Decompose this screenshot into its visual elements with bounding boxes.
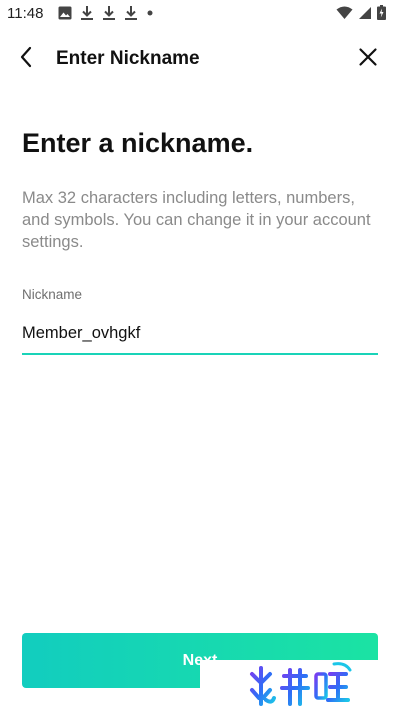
close-button[interactable] — [354, 45, 382, 73]
status-time: 11:48 — [7, 5, 44, 22]
description: Max 32 characters including letters, num… — [22, 189, 371, 251]
download-icon — [102, 5, 116, 21]
notification-icons — [58, 5, 154, 21]
image-icon — [58, 6, 72, 20]
download-icon — [80, 5, 94, 21]
headline: Enter a nickname. — [22, 128, 254, 158]
wifi-icon — [336, 6, 353, 25]
nickname-input[interactable] — [22, 318, 377, 348]
dot-icon — [146, 9, 154, 17]
nickname-underline — [22, 353, 378, 355]
close-icon — [358, 47, 378, 72]
nickname-label: Nickname — [22, 287, 83, 302]
signal-icon — [358, 6, 372, 25]
watermark-logo — [200, 660, 400, 711]
app-bar: Enter Nickname — [0, 38, 400, 80]
chevron-left-icon — [19, 46, 33, 73]
battery-charging-icon — [377, 5, 386, 25]
system-icons — [336, 5, 386, 25]
back-button[interactable] — [12, 45, 40, 73]
status-bar: 11:48 — [0, 0, 400, 28]
page-title: Enter Nickname — [56, 48, 200, 69]
download-icon — [124, 5, 138, 21]
